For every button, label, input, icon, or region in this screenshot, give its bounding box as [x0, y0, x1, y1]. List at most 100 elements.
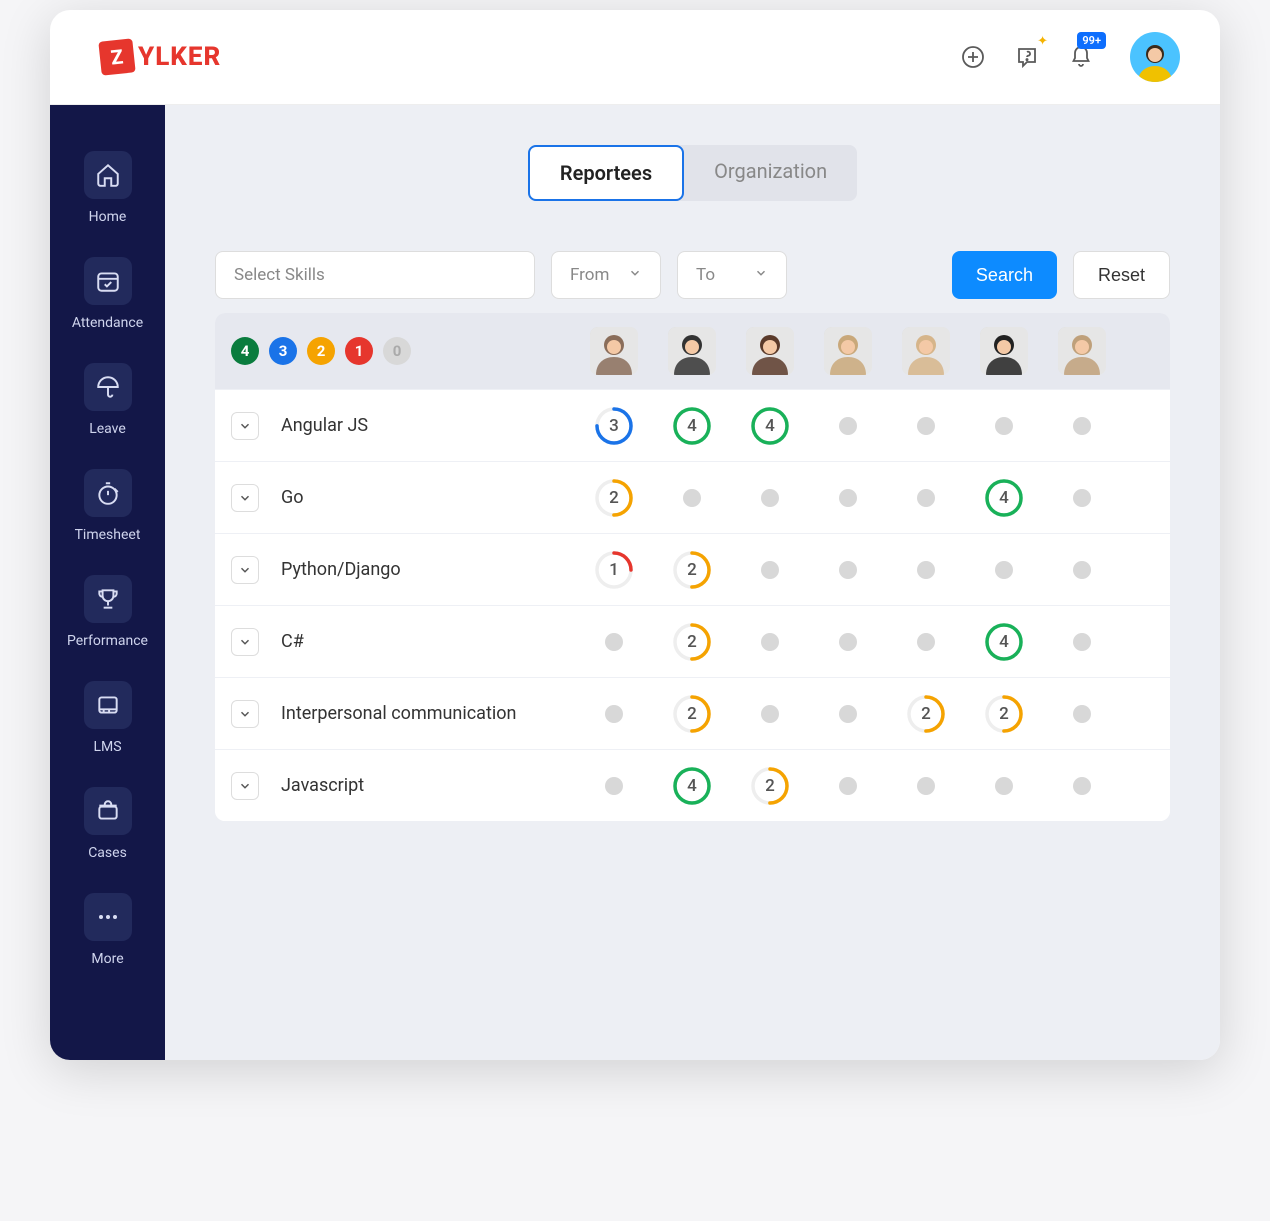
- to-dropdown[interactable]: To: [677, 251, 787, 299]
- help-button[interactable]: ✦: [1012, 42, 1042, 72]
- skill-name-cell: C#: [215, 628, 575, 656]
- home-icon: [84, 151, 132, 199]
- from-dropdown[interactable]: From: [551, 251, 661, 299]
- employee-header[interactable]: [809, 327, 887, 375]
- score-cell: [1043, 705, 1121, 723]
- score-ring[interactable]: 3: [594, 406, 634, 446]
- no-score-dot: [683, 489, 701, 507]
- no-score-dot: [605, 705, 623, 723]
- score-ring[interactable]: 4: [672, 766, 712, 806]
- score-ring[interactable]: 2: [672, 694, 712, 734]
- select-skills-placeholder: Select Skills: [234, 265, 325, 285]
- skill-matrix-table: 4 3 2 1 0 Angular JS 3: [215, 313, 1170, 821]
- skill-row: Javascript 4 2: [215, 749, 1170, 821]
- sidebar-item-performance[interactable]: Performance: [50, 559, 165, 665]
- tabs-row: Reportees Organization: [215, 145, 1170, 201]
- brand-badge: Z: [98, 38, 135, 75]
- score-cell: [887, 561, 965, 579]
- score-cell: [653, 489, 731, 507]
- expand-button[interactable]: [231, 484, 259, 512]
- skill-name-label: C#: [281, 631, 304, 652]
- profile-avatar[interactable]: [1130, 32, 1180, 82]
- more-icon: [84, 893, 132, 941]
- skill-name-cell: Interpersonal communication: [215, 700, 575, 728]
- sidebar: Home Attendance Leave Timesheet Performa…: [50, 105, 165, 1060]
- sidebar-item-label: Leave: [89, 421, 126, 437]
- score-cell: 2: [965, 694, 1043, 734]
- avatar: [590, 327, 638, 375]
- employee-header[interactable]: [965, 327, 1043, 375]
- employee-header[interactable]: [1043, 327, 1121, 375]
- score-cell: 4: [965, 622, 1043, 662]
- sidebar-item-cases[interactable]: Cases: [50, 771, 165, 877]
- score-cell: [731, 633, 809, 651]
- no-score-dot: [1073, 633, 1091, 651]
- score-ring[interactable]: 2: [672, 622, 712, 662]
- score-ring[interactable]: 2: [672, 550, 712, 590]
- score-ring[interactable]: 2: [594, 478, 634, 518]
- briefcase-icon: [84, 787, 132, 835]
- employee-header[interactable]: [653, 327, 731, 375]
- score-cell: 2: [887, 694, 965, 734]
- to-label: To: [696, 265, 715, 285]
- expand-button[interactable]: [231, 556, 259, 584]
- expand-button[interactable]: [231, 772, 259, 800]
- score-cell: 3: [575, 406, 653, 446]
- expand-button[interactable]: [231, 412, 259, 440]
- no-score-dot: [1073, 489, 1091, 507]
- score-ring[interactable]: 2: [906, 694, 946, 734]
- search-button[interactable]: Search: [952, 251, 1057, 299]
- score-cell: 2: [653, 622, 731, 662]
- employee-header[interactable]: [575, 327, 653, 375]
- score-ring[interactable]: 2: [750, 766, 790, 806]
- score-cell: [1043, 489, 1121, 507]
- score-ring[interactable]: 2: [984, 694, 1024, 734]
- select-skills-dropdown[interactable]: Select Skills: [215, 251, 535, 299]
- sidebar-item-attendance[interactable]: Attendance: [50, 241, 165, 347]
- sidebar-item-home[interactable]: Home: [50, 135, 165, 241]
- score-cell: 4: [965, 478, 1043, 518]
- score-ring[interactable]: 4: [984, 622, 1024, 662]
- sparkle-icon: ✦: [1037, 34, 1048, 49]
- score-cell: 2: [653, 550, 731, 590]
- sidebar-item-lms[interactable]: LMS: [50, 665, 165, 771]
- no-score-dot: [995, 777, 1013, 795]
- score-cell: [887, 417, 965, 435]
- score-cell: [887, 633, 965, 651]
- add-button[interactable]: [958, 42, 988, 72]
- no-score-dot: [917, 417, 935, 435]
- sidebar-item-timesheet[interactable]: Timesheet: [50, 453, 165, 559]
- chevron-down-icon: [754, 265, 768, 285]
- score-ring[interactable]: 1: [594, 550, 634, 590]
- app-frame: Z YLKER ✦ 99+ Home Attendan: [50, 10, 1220, 1060]
- sidebar-item-label: Cases: [88, 845, 127, 861]
- score-cell: [809, 417, 887, 435]
- brand-name: YLKER: [138, 42, 221, 72]
- score-ring[interactable]: 4: [750, 406, 790, 446]
- sidebar-item-label: Timesheet: [75, 527, 141, 543]
- legend-level-0: 0: [383, 337, 411, 365]
- score-cell: 4: [653, 766, 731, 806]
- notifications-button[interactable]: 99+: [1066, 42, 1096, 72]
- no-score-dot: [1073, 561, 1091, 579]
- score-ring[interactable]: 4: [984, 478, 1024, 518]
- reset-button[interactable]: Reset: [1073, 251, 1170, 299]
- employee-header[interactable]: [731, 327, 809, 375]
- score-ring[interactable]: 4: [672, 406, 712, 446]
- no-score-dot: [839, 417, 857, 435]
- legend-level-4: 4: [231, 337, 259, 365]
- expand-button[interactable]: [231, 700, 259, 728]
- expand-button[interactable]: [231, 628, 259, 656]
- sidebar-item-leave[interactable]: Leave: [50, 347, 165, 453]
- employee-header[interactable]: [887, 327, 965, 375]
- no-score-dot: [917, 633, 935, 651]
- score-cell: 2: [575, 478, 653, 518]
- no-score-dot: [761, 633, 779, 651]
- sidebar-item-label: Attendance: [72, 315, 143, 331]
- tab-organization[interactable]: Organization: [684, 145, 857, 201]
- tab-reportees[interactable]: Reportees: [528, 145, 684, 201]
- legend-cell: 4 3 2 1 0: [215, 337, 575, 365]
- no-score-dot: [839, 633, 857, 651]
- no-score-dot: [839, 705, 857, 723]
- sidebar-item-more[interactable]: More: [50, 877, 165, 983]
